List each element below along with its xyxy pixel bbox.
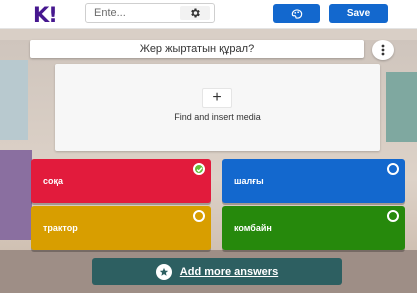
- save-button[interactable]: Save: [329, 4, 388, 23]
- background-desk: [0, 150, 32, 240]
- background-window: [0, 60, 28, 140]
- answer-1-label: соқа: [43, 176, 64, 186]
- plus-icon[interactable]: +: [202, 88, 232, 108]
- correct-toggle-2[interactable]: [387, 163, 399, 175]
- title-field[interactable]: [85, 3, 215, 23]
- background-board: [386, 72, 417, 142]
- correct-toggle-3[interactable]: [193, 210, 205, 222]
- check-icon: [196, 166, 202, 172]
- star-icon: [155, 263, 172, 280]
- settings-button[interactable]: [180, 6, 210, 20]
- correct-toggle-4[interactable]: [387, 210, 399, 222]
- themes-button[interactable]: [273, 4, 320, 23]
- add-more-answers-button[interactable]: Add more answers: [92, 258, 342, 285]
- answer-1[interactable]: соқа: [31, 159, 211, 203]
- answer-4[interactable]: комбайн: [222, 206, 405, 250]
- insert-media-label: Find and insert media: [174, 112, 261, 122]
- answer-2[interactable]: шалғы: [222, 159, 405, 203]
- gear-icon: [191, 8, 200, 18]
- insert-media-area[interactable]: + Find and insert media: [55, 64, 380, 151]
- answer-4-label: комбайн: [234, 223, 272, 233]
- answer-2-label: шалғы: [234, 176, 264, 186]
- kahoot-logo[interactable]: K!: [33, 3, 58, 27]
- theme-icon: [291, 8, 302, 19]
- add-more-answers-label: Add more answers: [179, 265, 279, 278]
- correct-toggle-1[interactable]: [193, 163, 205, 175]
- title-input[interactable]: [94, 6, 174, 20]
- answer-3[interactable]: трактор: [31, 206, 211, 250]
- top-bar: K! Save: [0, 0, 417, 29]
- more-options-button[interactable]: [372, 40, 394, 60]
- question-input[interactable]: Жер жыртатын құрал?: [30, 40, 364, 58]
- answer-3-label: трактор: [43, 223, 78, 233]
- kebab-icon: [381, 44, 385, 56]
